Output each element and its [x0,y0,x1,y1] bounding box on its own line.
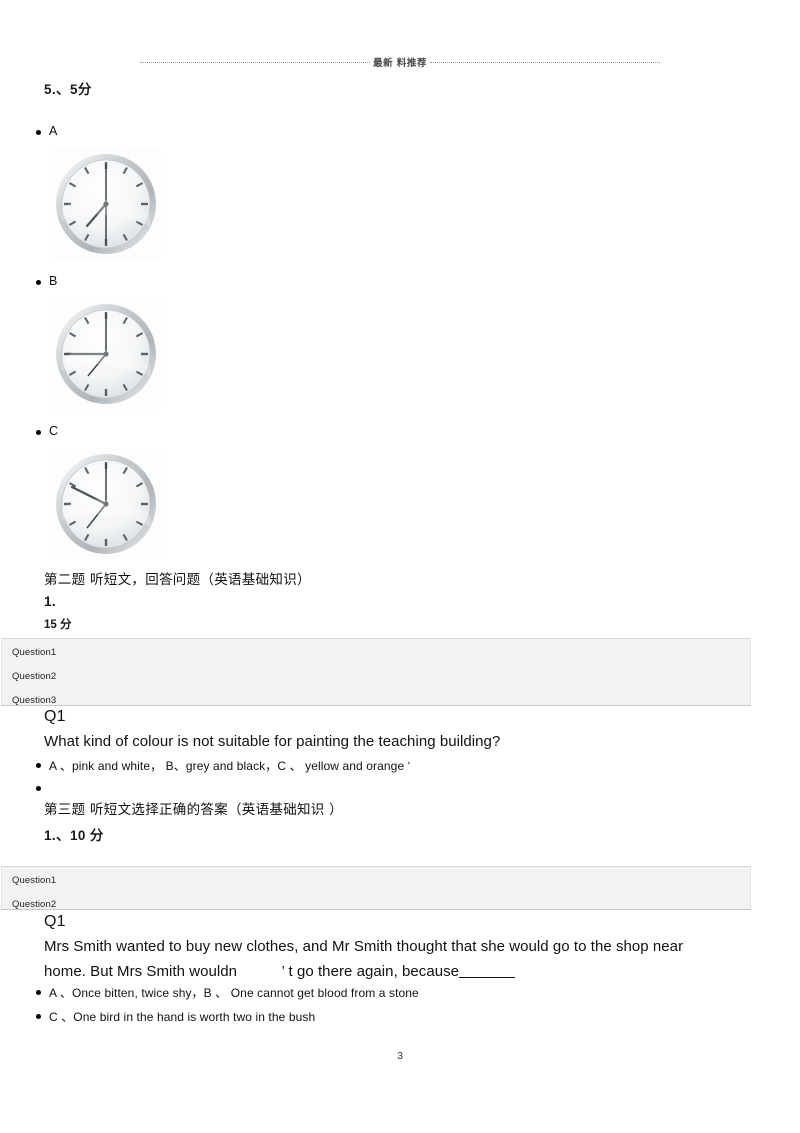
bullet-icon [36,990,41,995]
bullet-icon [36,786,41,791]
answer-option-ab: A 、Once bitten, twice shy，B 、 One cannot… [49,986,419,1000]
bullet-icon [36,763,41,768]
section-two-item-number: 1. [44,594,57,609]
answer-row-three-a: A 、Once bitten, twice shy，B 、 One cannot… [36,984,419,1001]
answer-option-c: C 、One bird in the hand is worth two in … [49,1010,316,1024]
analog-clock-a [50,148,161,260]
panel-item-question1[interactable]: Question1 [12,647,56,658]
bullet-icon [36,430,41,435]
bullet-icon [36,1014,41,1019]
document-page: 最新 料推荐 5.、5分 A B C 第二题 听短文，回答问题（英语基础知识） … [0,0,800,1133]
question-5-number: 5.、5分 [44,82,92,97]
panel-item-question3[interactable]: Question3 [12,695,56,706]
header-rule-left [140,62,371,64]
question-tag-three: Q1 [44,913,66,930]
option-label-b: B [49,274,58,288]
option-row-b: B [36,274,58,288]
analog-clock-b [50,298,161,410]
answer-options-two: A 、pink and white， B、grey and black，C 、 … [49,759,411,773]
question-text-three: Mrs Smith wanted to buy new clothes, and… [44,934,764,984]
question-text-two: What kind of colour is not suitable for … [44,733,501,750]
panel-item-question1[interactable]: Question1 [12,875,56,886]
bullet-icon [36,130,41,135]
panel-item-question2[interactable]: Question2 [12,899,56,910]
header-title: 最新 料推荐 [373,58,427,69]
option-row-a: A [36,124,58,138]
section-three-heading: 第三题 听短文选择正确的答案（英语基础知识 ） [44,802,343,818]
panel-item-question2[interactable]: Question2 [12,671,56,682]
section-three-item-number: 1.、10 分 [44,828,104,843]
answer-row-two: A 、pink and white， B、grey and black，C 、 … [36,757,410,774]
question-list-panel-three[interactable]: Question1 Question2 [1,866,751,910]
page-number: 3 [397,1050,403,1062]
question-line-2-after: ’ t go there again, because [281,963,460,980]
question-list-panel-two[interactable]: Question1 Question2 Question3 [1,638,751,706]
bullet-icon [36,280,41,285]
section-two-heading: 第二题 听短文，回答问题（英语基础知识） [44,572,311,588]
option-row-c: C [36,424,58,438]
header-rule-right [429,62,660,64]
answer-blank [459,977,516,978]
document-header: 最新 料推荐 [140,52,660,72]
option-label-c: C [49,424,59,438]
question-tag-two: Q1 [44,708,66,725]
option-label-a: A [49,124,58,138]
empty-bullet-row [36,780,49,791]
answer-row-three-c: C 、One bird in the hand is worth two in … [36,1008,315,1025]
question-line-2-before: home. But Mrs Smith wouldn [44,963,238,980]
section-two-points: 15 分 [44,619,72,631]
analog-clock-c [50,448,161,560]
question-line-1: Mrs Smith wanted to buy new clothes, and… [44,938,684,955]
